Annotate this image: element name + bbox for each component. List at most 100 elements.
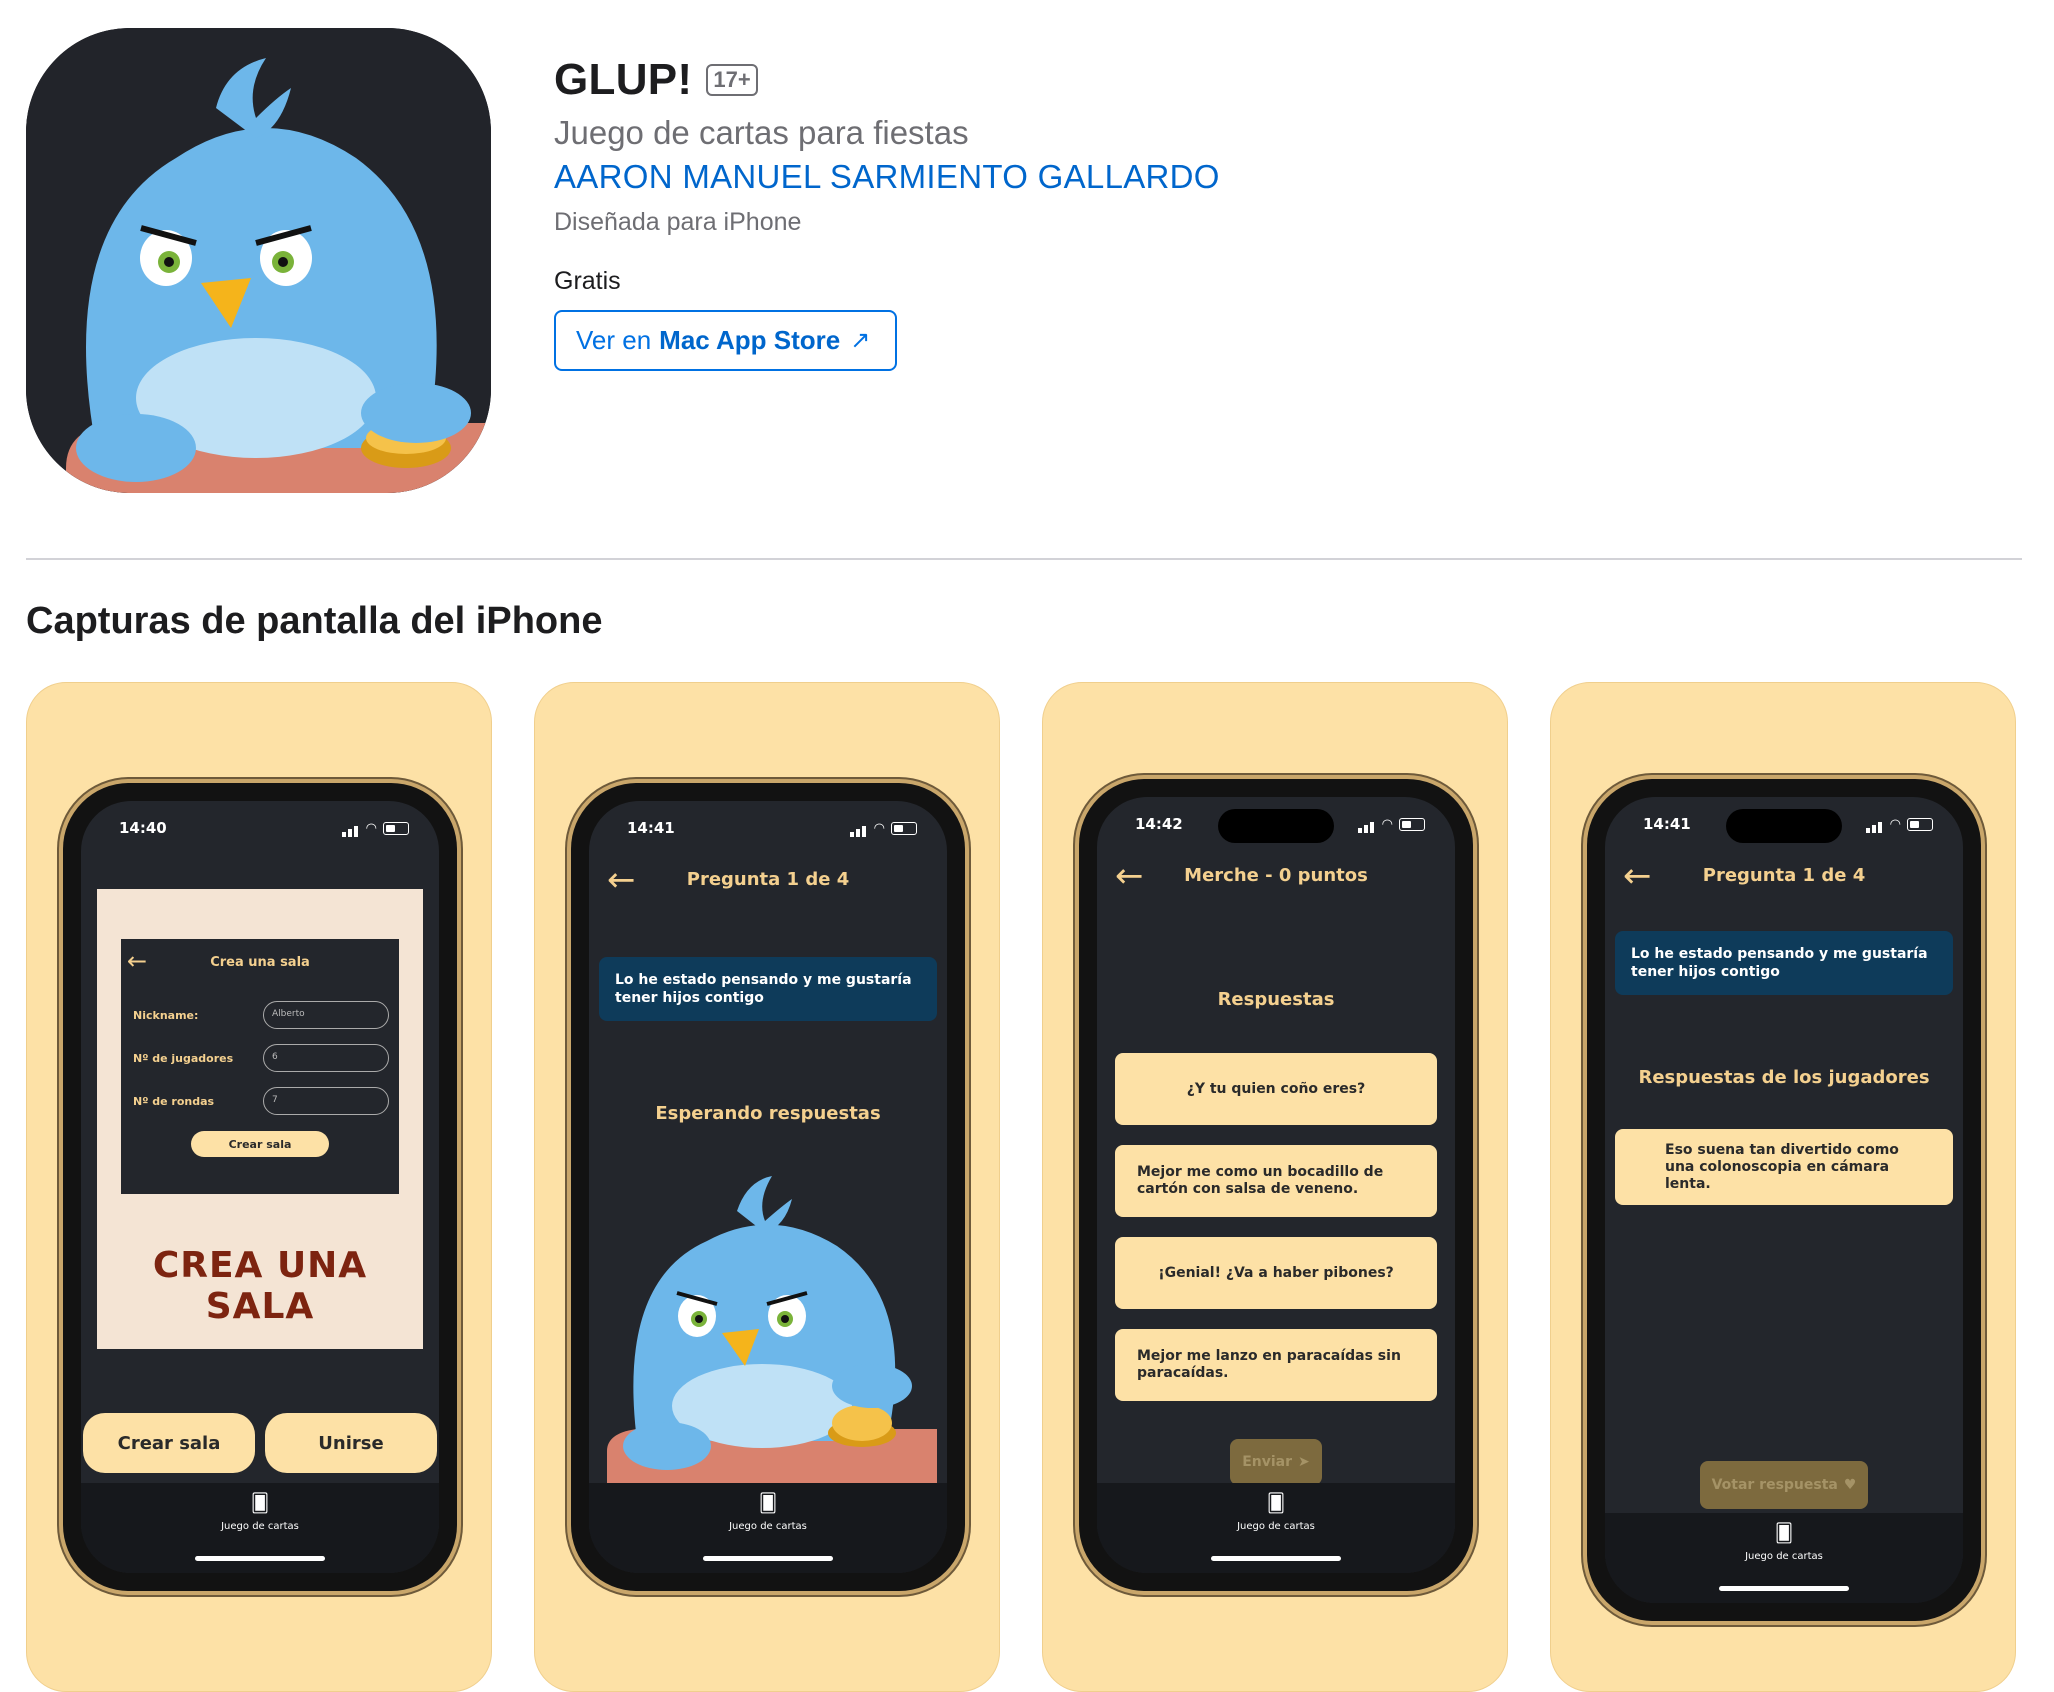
mini-screen-title: Crea una sala	[210, 955, 310, 970]
wifi-icon: ◠	[873, 820, 885, 836]
developer-link[interactable]: AARON MANUEL SARMIENTO GALLARDO	[554, 158, 1220, 196]
screenshot-card-2[interactable]: 14:41 ◠ ← Pregunta 1 de 4 Lo he estado p…	[534, 682, 1000, 1692]
battery-icon	[1399, 817, 1425, 831]
screenshot-card-3[interactable]: 14:42 ◠ ← Merche - 0 puntos Respuestas ¿…	[1042, 682, 1508, 1692]
nickname-row: Nickname: Alberto	[133, 1001, 389, 1031]
field-label: Nickname:	[133, 1009, 199, 1022]
vote-label: Votar respuesta	[1711, 1477, 1838, 1493]
app-title: GLUP!	[554, 55, 693, 104]
signal-icon	[849, 819, 868, 837]
tab-bar: 🂠 Juego de cartas	[1605, 1513, 1963, 1603]
nickname-field: Alberto	[263, 1001, 389, 1029]
tab-label: Juego de cartas	[221, 1521, 299, 1532]
create-room-button: Crear sala	[83, 1413, 255, 1473]
nav-title: Merche - 0 puntos	[1184, 865, 1368, 886]
answers-label: Respuestas	[1217, 989, 1335, 1010]
battery-icon	[383, 821, 409, 835]
tab-label: Juego de cartas	[729, 1521, 807, 1532]
heart-icon: ♥	[1843, 1477, 1857, 1493]
designed-for-label: Diseñada para iPhone	[554, 208, 802, 236]
mini-screen: ← Crea una sala Nickname: Alberto Nº de …	[121, 939, 399, 1194]
battery-icon	[1907, 817, 1933, 831]
screenshot-card-1[interactable]: 14:40 ◠ ← Crea una sala Nickname: Albert…	[26, 682, 492, 1692]
question-card: Lo he estado pensando y me gustaría tene…	[1615, 931, 1953, 995]
wifi-icon: ◠	[1381, 816, 1393, 832]
home-indicator	[195, 1556, 325, 1561]
field-label: Nº de rondas	[133, 1095, 215, 1108]
paper-plane-icon: ➤	[1298, 1454, 1310, 1470]
title-row: GLUP! 17+	[554, 52, 1220, 108]
phone-frame: 14:40 ◠ ← Crea una sala Nickname: Albert…	[63, 783, 457, 1591]
view-in-mac-app-store-button[interactable]: Ver en Mac App Store ↗	[554, 310, 897, 371]
app-page: GLUP! 17+ Juego de cartas para fiestas A…	[26, 0, 2022, 1692]
cards-icon: 🂠	[1266, 1493, 1286, 1514]
phone-screen: 14:41 ◠ ← Pregunta 1 de 4 Lo he estado p…	[589, 801, 947, 1573]
phone-screen: 14:41 ◠ ← Pregunta 1 de 4 Lo he estado p…	[1605, 797, 1963, 1603]
app-header: GLUP! 17+ Juego de cartas para fiestas A…	[554, 52, 1220, 371]
status-bar: 14:41 ◠	[589, 819, 947, 843]
promo-caption: CREA UNA SALA	[152, 1245, 368, 1327]
store-button-prefix: Ver en	[576, 325, 652, 355]
nav-title: Pregunta 1 de 4	[686, 869, 850, 890]
question-card: Lo he estado pensando y me gustaría tene…	[599, 957, 937, 1021]
app-subtitle: Juego de cartas para fiestas	[554, 114, 969, 151]
tab-label: Juego de cartas	[1237, 1521, 1315, 1532]
promo-panel: ← Crea una sala Nickname: Alberto Nº de …	[97, 889, 423, 1349]
vote-answer-button: Votar respuesta ♥	[1700, 1461, 1868, 1509]
signal-icon	[341, 819, 360, 837]
answer-card: Eso suena tan divertido como una colonos…	[1615, 1129, 1953, 1205]
phone-screen: 14:42 ◠ ← Merche - 0 puntos Respuestas ¿…	[1097, 797, 1455, 1573]
status-bar: 14:42 ◠	[1097, 815, 1455, 839]
status-icons: ◠	[1865, 815, 1933, 833]
home-indicator	[1719, 1586, 1849, 1591]
phone-screen: 14:40 ◠ ← Crea una sala Nickname: Albert…	[81, 801, 439, 1573]
phone-frame: 14:42 ◠ ← Merche - 0 puntos Respuestas ¿…	[1079, 779, 1473, 1591]
price-label: Gratis	[554, 267, 621, 295]
waiting-label: Esperando respuestas	[655, 1103, 881, 1124]
players-answers-label: Respuestas de los jugadores	[1638, 1067, 1930, 1088]
status-icons: ◠	[341, 819, 409, 837]
screenshots-section-title: Capturas de pantalla del iPhone	[26, 600, 603, 642]
answer-card: Mejor me lanzo en paracaídas sin paracaí…	[1115, 1329, 1437, 1401]
answer-card: ¿Y tu quien coño eres?	[1115, 1053, 1437, 1125]
bird-mascot-icon	[607, 1176, 937, 1491]
players-field: 6	[263, 1044, 389, 1072]
cards-icon: 🂠	[758, 1493, 778, 1514]
wifi-icon: ◠	[365, 820, 377, 836]
tab-bar: 🂠 Juego de cartas	[589, 1483, 947, 1573]
join-button: Unirse	[265, 1413, 437, 1473]
status-bar: 14:40 ◠	[81, 819, 439, 843]
rounds-row: Nº de rondas 7	[133, 1087, 389, 1117]
mini-create-room-button: Crear sala	[191, 1131, 329, 1157]
screenshots-gallery[interactable]: 14:40 ◠ ← Crea una sala Nickname: Albert…	[26, 682, 2022, 1692]
phone-frame: 14:41 ◠ ← Pregunta 1 de 4 Lo he estado p…	[1587, 779, 1981, 1621]
send-label: Enviar	[1242, 1454, 1293, 1470]
signal-icon	[1865, 815, 1884, 833]
phone-frame: 14:41 ◠ ← Pregunta 1 de 4 Lo he estado p…	[571, 783, 965, 1591]
status-icons: ◠	[849, 819, 917, 837]
tab-bar: 🂠 Juego de cartas	[81, 1483, 439, 1573]
screenshot-card-4[interactable]: 14:41 ◠ ← Pregunta 1 de 4 Lo he estado p…	[1550, 682, 2016, 1692]
age-rating-badge: 17+	[706, 64, 758, 96]
status-time: 14:41	[1643, 815, 1691, 833]
section-divider	[26, 558, 2022, 560]
app-icon	[26, 28, 491, 493]
cards-icon: 🂠	[1774, 1523, 1794, 1544]
wifi-icon: ◠	[1889, 816, 1901, 832]
nav-title: Pregunta 1 de 4	[1702, 865, 1866, 886]
status-bar: 14:41 ◠	[1605, 815, 1963, 839]
tab-label: Juego de cartas	[1745, 1551, 1823, 1562]
rounds-field: 7	[263, 1087, 389, 1115]
status-time: 14:41	[627, 819, 675, 837]
send-button: Enviar ➤	[1230, 1439, 1322, 1485]
status-time: 14:40	[119, 819, 167, 837]
field-label: Nº de jugadores	[133, 1052, 234, 1065]
tab-bar: 🂠 Juego de cartas	[1097, 1483, 1455, 1573]
players-row: Nº de jugadores 6	[133, 1044, 389, 1074]
signal-icon	[1357, 815, 1376, 833]
status-time: 14:42	[1135, 815, 1183, 833]
external-link-icon: ↗	[850, 327, 871, 354]
cards-icon: 🂠	[250, 1493, 270, 1514]
store-button-label: Mac App Store	[659, 325, 841, 355]
home-indicator	[1211, 1556, 1341, 1561]
